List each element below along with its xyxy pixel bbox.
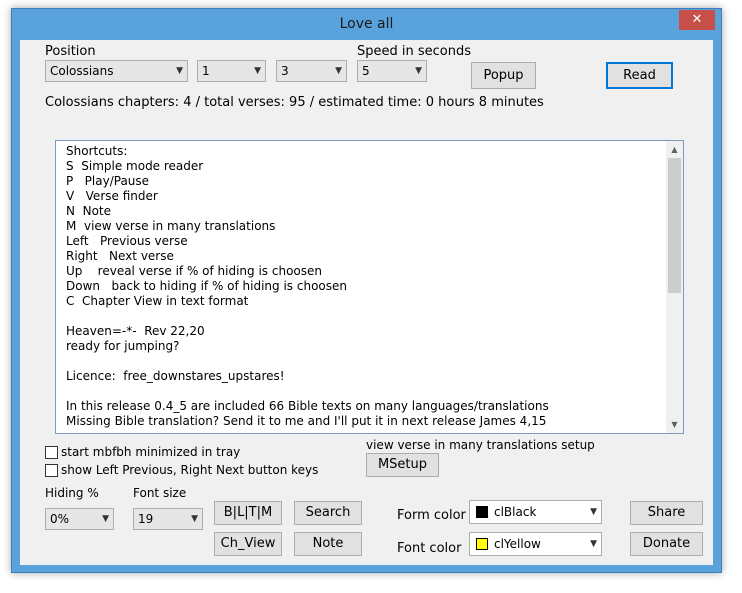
translations-setup-label: view verse in many translations setup xyxy=(366,438,595,452)
font-color-swatch xyxy=(476,538,488,550)
verse-value: 3 xyxy=(281,64,289,78)
hiding-label: Hiding % xyxy=(45,486,99,500)
scroll-up-icon[interactable]: ▲ xyxy=(666,141,683,158)
memo-line: Missing Bible translation? Send it to me… xyxy=(66,414,547,428)
font-color-select[interactable]: clYellow ▼ xyxy=(469,532,602,556)
show-keys-label: show Left Previous, Right Next button ke… xyxy=(61,463,319,477)
hiding-select[interactable]: 0% ▼ xyxy=(45,508,114,530)
memo-line: Right Next verse xyxy=(66,249,174,263)
speed-label: Speed in seconds xyxy=(357,44,472,59)
shortcuts-memo[interactable]: Shortcuts: S Simple mode reader P Play/Pau… xyxy=(55,140,684,434)
read-button[interactable]: Read xyxy=(606,62,673,89)
verse-select[interactable]: 3 ▼ xyxy=(276,60,347,82)
note-button[interactable]: Note xyxy=(294,532,362,556)
chevron-down-icon: ▼ xyxy=(176,66,183,76)
chevron-down-icon: ▼ xyxy=(415,66,422,76)
book-value: Colossians xyxy=(50,64,114,78)
chevron-down-icon: ▼ xyxy=(590,507,597,517)
chevron-down-icon: ▼ xyxy=(191,514,198,524)
share-button[interactable]: Share xyxy=(630,501,703,525)
window-title: Love all xyxy=(339,16,394,32)
chapter-value: 1 xyxy=(202,64,210,78)
chevron-down-icon: ▼ xyxy=(254,66,261,76)
memo-text: Shortcuts: S Simple mode reader P Play/Pau… xyxy=(66,144,666,429)
form-color-value: clBlack xyxy=(494,505,537,519)
vertical-scrollbar[interactable]: ▲ ▼ xyxy=(666,141,683,433)
memo-line: S Simple mode reader xyxy=(66,159,204,173)
close-icon: ✕ xyxy=(691,12,703,27)
font-color-label: Font color xyxy=(397,541,462,556)
memo-line: Down back to hiding if % of hiding is ch… xyxy=(66,279,347,293)
form-color-label: Form color xyxy=(397,508,466,523)
memo-line: Heaven=-*- Rev 22,20 xyxy=(66,324,205,338)
font-size-label: Font size xyxy=(133,486,187,500)
scroll-down-icon[interactable]: ▼ xyxy=(666,416,683,433)
client-area: Position Speed in seconds Colossians ▼ 1… xyxy=(20,40,713,565)
memo-line: Licence: free_downstares_upstares! xyxy=(66,369,285,383)
memo-line: Left Previous verse xyxy=(66,234,188,248)
book-select[interactable]: Colossians ▼ xyxy=(45,60,188,82)
font-size-select[interactable]: 19 ▼ xyxy=(133,508,203,530)
memo-line xyxy=(66,384,666,399)
memo-line: Up reveal verse if % of hiding is choose… xyxy=(66,264,322,278)
font-color-value: clYellow xyxy=(494,537,541,551)
memo-line: In this release 0.4_5 are included 66 Bi… xyxy=(66,399,549,413)
form-color-swatch xyxy=(476,506,488,518)
msetup-button[interactable]: MSetup xyxy=(366,453,439,477)
info-line: Colossians chapters: 4 / total verses: 9… xyxy=(45,95,544,110)
close-button[interactable]: ✕ xyxy=(679,10,715,30)
chapter-select[interactable]: 1 ▼ xyxy=(197,60,266,82)
popup-button[interactable]: Popup xyxy=(471,62,536,89)
minimized-label: start mbfbh minimized in tray xyxy=(61,445,241,459)
donate-button[interactable]: Donate xyxy=(630,532,703,556)
memo-line: M view verse in many translations xyxy=(66,219,276,233)
bitm-button[interactable]: B|L|T|M xyxy=(214,501,282,525)
memo-line xyxy=(66,309,666,324)
search-button[interactable]: Search xyxy=(294,501,362,525)
memo-line: P Play/Pause xyxy=(66,174,150,188)
speed-select[interactable]: 5 ▼ xyxy=(357,60,427,82)
form-color-select[interactable]: clBlack ▼ xyxy=(469,500,602,524)
memo-line: V Verse finder xyxy=(66,189,158,203)
hiding-value: 0% xyxy=(50,512,70,526)
font-size-value: 19 xyxy=(138,512,154,526)
memo-line: Shortcuts: xyxy=(66,144,128,158)
memo-line xyxy=(66,354,666,369)
position-label: Position xyxy=(45,44,96,59)
minimized-checkbox[interactable] xyxy=(45,446,58,459)
chevron-down-icon: ▼ xyxy=(335,66,342,76)
speed-value: 5 xyxy=(362,64,370,78)
chevron-down-icon: ▼ xyxy=(590,539,597,549)
ch-view-button[interactable]: Ch_View xyxy=(214,532,282,556)
app-window: Love all ✕ Position Speed in seconds Col… xyxy=(11,8,722,573)
memo-line: ready for jumping? xyxy=(66,339,180,353)
show-keys-checkbox[interactable] xyxy=(45,464,58,477)
memo-line: C Chapter View in text format xyxy=(66,294,249,308)
scroll-thumb[interactable] xyxy=(668,158,681,293)
memo-line: N Note xyxy=(66,204,112,218)
chevron-down-icon: ▼ xyxy=(102,514,109,524)
